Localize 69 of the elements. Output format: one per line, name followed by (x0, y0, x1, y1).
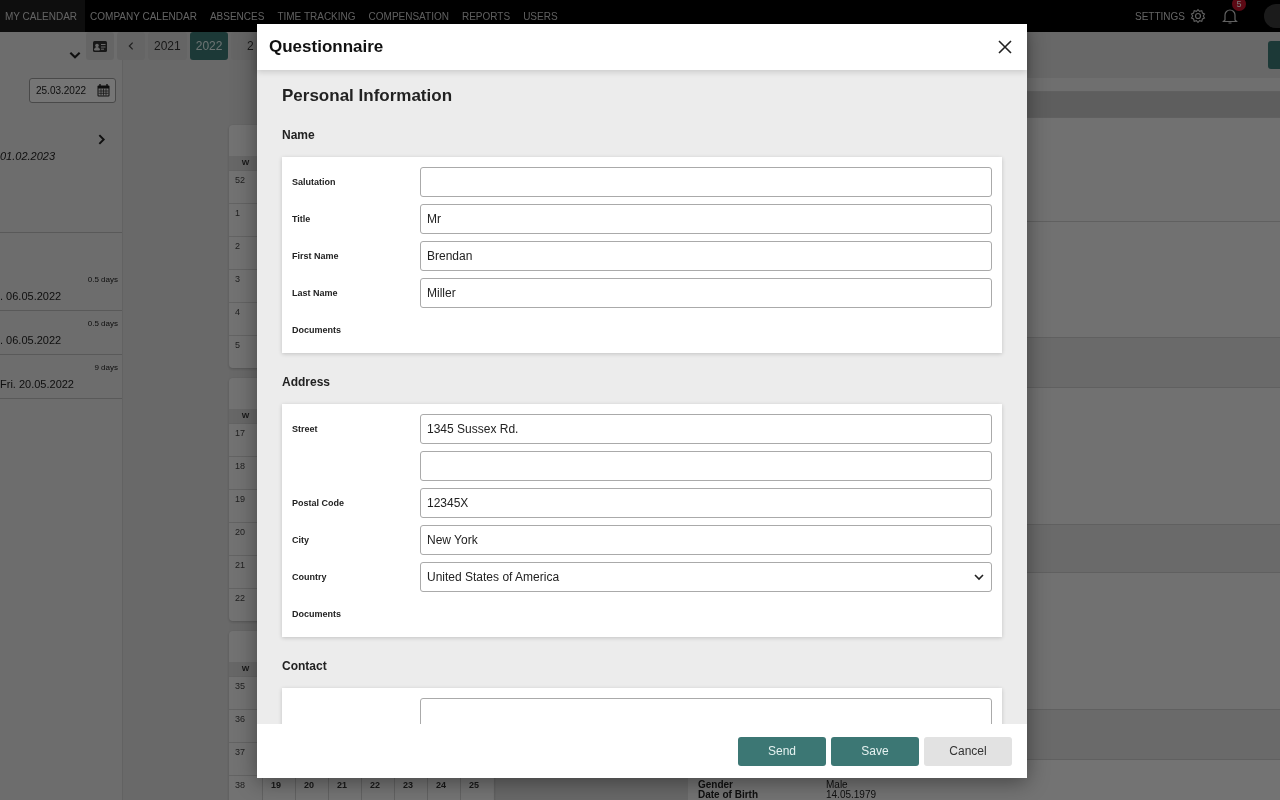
week-number: 3 (234, 273, 241, 286)
field-label: Documents (292, 325, 342, 335)
primary-button[interactable]: Save (831, 736, 919, 766)
chevron-down-icon (973, 571, 985, 583)
period-date: 01.02.2023 (0, 150, 57, 162)
detail-value: Male (826, 780, 849, 790)
nav-tab[interactable]: MY CALENDAR (0, 0, 86, 32)
absence-duration: 9 days (94, 363, 118, 372)
absence-duration: 0.5 days (87, 319, 118, 328)
week-number: 17 (234, 427, 246, 440)
section-title: Address (282, 375, 332, 389)
detail-value: 14.05.1979 (826, 790, 878, 800)
notification-badge: 5 (1232, 0, 1246, 11)
week-number: 18 (234, 460, 246, 473)
primary-button[interactable]: Send (738, 736, 826, 766)
id-card-button[interactable] (86, 32, 114, 60)
text-field[interactable]: New York (420, 525, 992, 555)
field-label: Documents (292, 609, 342, 619)
week-number: 1 (234, 207, 241, 220)
field-label: Country (292, 572, 328, 582)
week-number: 4 (234, 306, 241, 319)
text-field[interactable]: Miller (420, 278, 992, 308)
week-number: 2 (234, 240, 241, 253)
absence-date: . 06.05.2022 (0, 334, 63, 346)
settings-icon[interactable] (1190, 8, 1206, 24)
nav-tab[interactable]: COMPANY CALENDAR (85, 0, 205, 32)
detail-label: Date of Birth (698, 790, 759, 800)
text-field[interactable]: 1345 Sussex Rd. (420, 414, 992, 444)
week-number: 52 (234, 174, 246, 187)
settings-link[interactable]: SETTINGS (1135, 8, 1206, 24)
section-title: Name (282, 128, 316, 142)
field-label: City (292, 535, 310, 545)
absence-duration: 0.5 days (87, 275, 118, 284)
field-label: Last Name (292, 288, 339, 298)
field-label: Street (292, 424, 319, 434)
detail-label: Gender (698, 780, 734, 790)
text-field[interactable]: Mr (420, 204, 992, 234)
cancel-button[interactable]: Cancel (924, 736, 1012, 766)
id-card-icon (93, 40, 107, 52)
field-label: Postal Code (292, 498, 345, 508)
field-label: Salutation (292, 177, 337, 187)
week-number: 21 (234, 559, 246, 572)
chevron-left-icon (126, 41, 136, 51)
text-field[interactable]: Brendan (420, 241, 992, 271)
bell-icon[interactable] (1220, 6, 1240, 26)
nav-tab[interactable]: ABSENCES (204, 0, 273, 32)
form-heading: Personal Information (282, 86, 454, 106)
absence-date: . 06.05.2022 (0, 290, 63, 302)
section-title: Contact (282, 659, 328, 673)
week-number: 5 (234, 339, 241, 352)
week-number: 36 (234, 713, 246, 726)
text-field[interactable]: 12345X (420, 488, 992, 518)
week-number: 38 (234, 779, 246, 792)
week-number: 20 (234, 526, 246, 539)
week-number: 37 (234, 746, 246, 759)
field-label: Title (292, 214, 312, 224)
dialog-title: Questionnaire (269, 37, 384, 57)
avatar[interactable] (1264, 4, 1280, 28)
week-number: 22 (234, 592, 246, 605)
week-number: 35 (234, 680, 246, 693)
calendar-icon[interactable] (96, 83, 111, 98)
week-number: 19 (234, 493, 246, 506)
year-tab[interactable]: 2022 (189, 32, 229, 60)
country-select[interactable]: United States of America (420, 562, 992, 592)
absence-date: Fri. 20.05.2022 (0, 378, 75, 390)
field-label: First Name (292, 251, 340, 261)
year-tab[interactable]: 2021 (148, 32, 187, 60)
date-field[interactable]: 25.03.2022 (29, 78, 116, 103)
close-icon[interactable] (997, 39, 1013, 55)
